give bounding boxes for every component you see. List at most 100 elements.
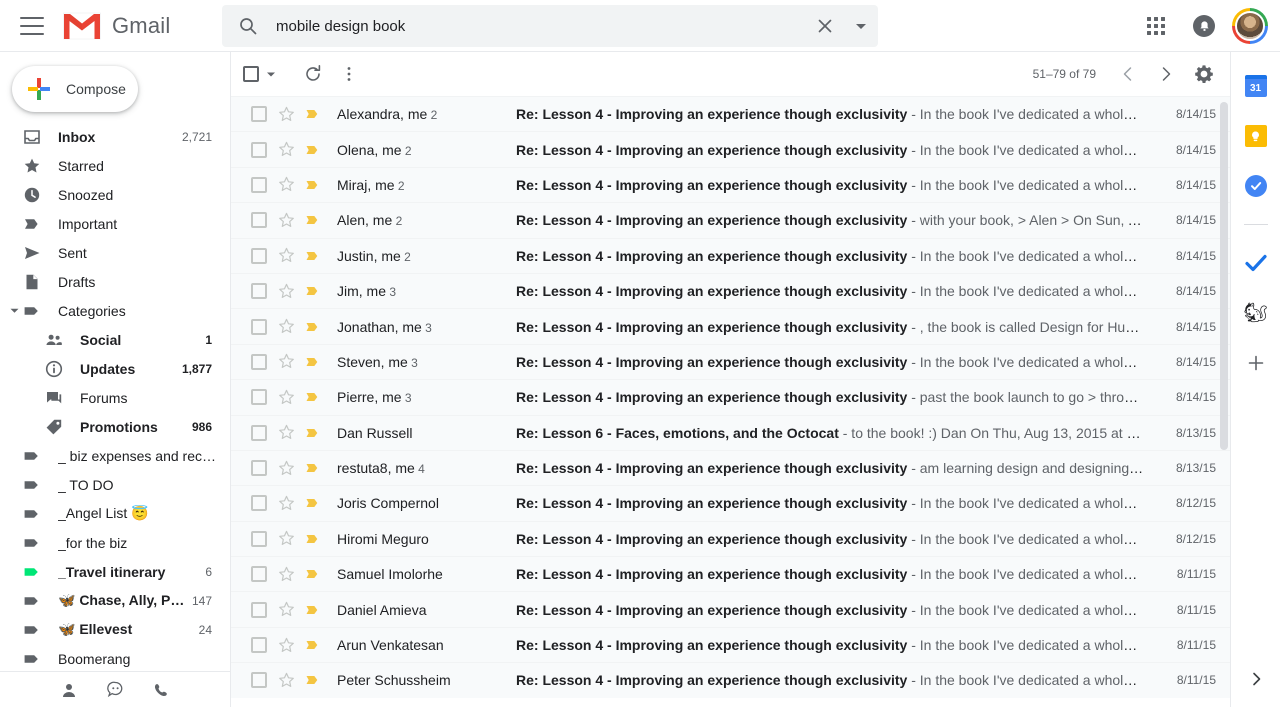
more-options-button[interactable] xyxy=(331,56,367,92)
important-marker[interactable] xyxy=(305,460,323,476)
sidebar-item-chase-ally-p[interactable]: 🦋 Chase, Ally, P… 147 xyxy=(0,586,222,615)
sidebar-item-forums[interactable]: Forums xyxy=(0,383,222,412)
row-checkbox[interactable] xyxy=(251,176,267,193)
phone-icon[interactable] xyxy=(151,680,171,700)
star-button[interactable] xyxy=(278,460,296,477)
email-row[interactable]: Jonathan, me 3 Re: Lesson 4 - Improving a… xyxy=(231,308,1230,344)
sidebar-item-starred[interactable]: Starred xyxy=(0,151,222,180)
list-scrollbar[interactable] xyxy=(1220,102,1228,450)
email-row[interactable]: Joris Compernol Re: Lesson 4 - Improving … xyxy=(231,485,1230,521)
important-marker[interactable] xyxy=(305,672,323,688)
row-checkbox[interactable] xyxy=(251,460,267,477)
row-checkbox[interactable] xyxy=(251,318,267,335)
search-options-button[interactable] xyxy=(844,5,878,47)
star-button[interactable] xyxy=(278,212,296,229)
row-checkbox[interactable] xyxy=(251,601,267,618)
squirrel-addon-icon[interactable]: 🐿 xyxy=(1240,297,1272,329)
sidebar-item-boomerang[interactable]: Boomerang xyxy=(0,644,222,673)
star-button[interactable] xyxy=(278,672,296,689)
hangouts-chat-icon[interactable] xyxy=(105,680,125,700)
important-marker[interactable] xyxy=(305,248,323,264)
sidebar-item-drafts[interactable]: Drafts xyxy=(0,267,222,296)
search-input[interactable] xyxy=(276,17,806,35)
important-marker[interactable] xyxy=(305,495,323,511)
prev-page-button[interactable] xyxy=(1110,56,1146,92)
row-checkbox[interactable] xyxy=(251,106,267,123)
row-checkbox[interactable] xyxy=(251,672,267,689)
star-button[interactable] xyxy=(278,566,296,583)
row-checkbox[interactable] xyxy=(251,389,267,406)
sidebar-item-categories[interactable]: Categories xyxy=(0,296,222,325)
contacts-icon[interactable] xyxy=(59,680,79,700)
email-row[interactable]: Alen, me 2 Re: Lesson 4 - Improving an ex… xyxy=(231,202,1230,238)
star-button[interactable] xyxy=(278,530,296,547)
search-bar[interactable] xyxy=(222,5,878,47)
notifications-button[interactable] xyxy=(1184,6,1224,46)
row-checkbox[interactable] xyxy=(251,247,267,264)
star-button[interactable] xyxy=(278,389,296,406)
sidebar-item-sent[interactable]: Sent xyxy=(0,238,222,267)
important-marker[interactable] xyxy=(305,354,323,370)
star-button[interactable] xyxy=(278,495,296,512)
todoist-check-icon[interactable] xyxy=(1240,247,1272,279)
row-checkbox[interactable] xyxy=(251,283,267,300)
email-row[interactable]: Jim, me 3 Re: Lesson 4 - Improving an exp… xyxy=(231,272,1230,309)
email-row[interactable]: restuta8, me 4 Re: Lesson 4 - Improving a… xyxy=(231,449,1230,486)
star-button[interactable] xyxy=(278,141,296,158)
star-button[interactable] xyxy=(278,424,296,441)
sidebar-item-updates[interactable]: Updates 1,877 xyxy=(0,354,222,383)
sidebar-item-to-do[interactable]: _ TO DO xyxy=(0,470,222,499)
next-page-button[interactable] xyxy=(1148,56,1184,92)
sidebar-item-inbox[interactable]: Inbox 2,721 xyxy=(0,122,222,151)
important-marker[interactable] xyxy=(305,106,323,122)
select-all-checkbox[interactable] xyxy=(243,66,277,82)
row-checkbox[interactable] xyxy=(251,530,267,547)
compose-button[interactable]: Compose xyxy=(12,66,138,112)
star-button[interactable] xyxy=(278,353,296,370)
star-button[interactable] xyxy=(278,176,296,193)
important-marker[interactable] xyxy=(305,531,323,547)
important-marker[interactable] xyxy=(305,389,323,405)
important-marker[interactable] xyxy=(305,425,323,441)
row-checkbox[interactable] xyxy=(251,637,267,654)
important-marker[interactable] xyxy=(305,602,323,618)
gmail-logo[interactable]: Gmail xyxy=(62,11,170,41)
star-button[interactable] xyxy=(278,283,296,300)
avatar[interactable] xyxy=(1232,8,1268,44)
email-row[interactable]: Peter Schussheim Re: Lesson 4 - Improving… xyxy=(231,662,1230,698)
important-marker[interactable] xyxy=(305,637,323,653)
important-marker[interactable] xyxy=(305,319,323,335)
refresh-button[interactable] xyxy=(295,56,331,92)
row-checkbox[interactable] xyxy=(251,353,267,370)
email-row[interactable]: Daniel Amieva Re: Lesson 4 - Improving an… xyxy=(231,591,1230,627)
google-tasks-icon[interactable] xyxy=(1240,170,1272,202)
email-row[interactable]: Hiromi Meguro Re: Lesson 4 - Improving an… xyxy=(231,520,1230,557)
row-checkbox[interactable] xyxy=(251,566,267,583)
expand-categories-icon[interactable] xyxy=(6,305,22,316)
email-row[interactable]: Olena, me 2 Re: Lesson 4 - Improving an e… xyxy=(231,131,1230,167)
sidebar-item-important[interactable]: Important xyxy=(0,209,222,238)
apps-button[interactable] xyxy=(1136,6,1176,46)
email-row[interactable]: Dan Russell Re: Lesson 6 - Faces, emotion… xyxy=(231,414,1230,450)
star-button[interactable] xyxy=(278,106,296,123)
google-calendar-icon[interactable]: 31 xyxy=(1240,70,1272,102)
star-button[interactable] xyxy=(278,601,296,618)
sidebar-item-biz-expenses-and-rece[interactable]: _ biz expenses and rece… xyxy=(0,441,222,470)
google-keep-icon[interactable] xyxy=(1240,120,1272,152)
sidebar-item-snoozed[interactable]: Snoozed xyxy=(0,180,222,209)
star-button[interactable] xyxy=(278,637,296,654)
star-button[interactable] xyxy=(278,318,296,335)
search-clear-button[interactable] xyxy=(806,5,844,47)
email-row[interactable]: Arun Venkatesan Re: Lesson 4 - Improving … xyxy=(231,626,1230,663)
row-checkbox[interactable] xyxy=(251,495,267,512)
sidebar-item-social[interactable]: Social 1 xyxy=(0,325,222,354)
sidebar-item-angel-list[interactable]: _Angel List 😇 xyxy=(0,499,222,528)
email-row[interactable]: Justin, me 2 Re: Lesson 4 - Improving an … xyxy=(231,237,1230,273)
important-marker[interactable] xyxy=(305,142,323,158)
email-row[interactable]: Steven, me 3 Re: Lesson 4 - Improving an … xyxy=(231,343,1230,380)
important-marker[interactable] xyxy=(305,283,323,299)
sidebar-item-travel-itinerary[interactable]: _Travel itinerary 6 xyxy=(0,557,222,586)
email-row[interactable]: Samuel Imolorhe Re: Lesson 4 - Improving … xyxy=(231,556,1230,592)
add-addon-icon[interactable] xyxy=(1240,347,1272,379)
expand-side-panel-button[interactable] xyxy=(1231,661,1280,697)
